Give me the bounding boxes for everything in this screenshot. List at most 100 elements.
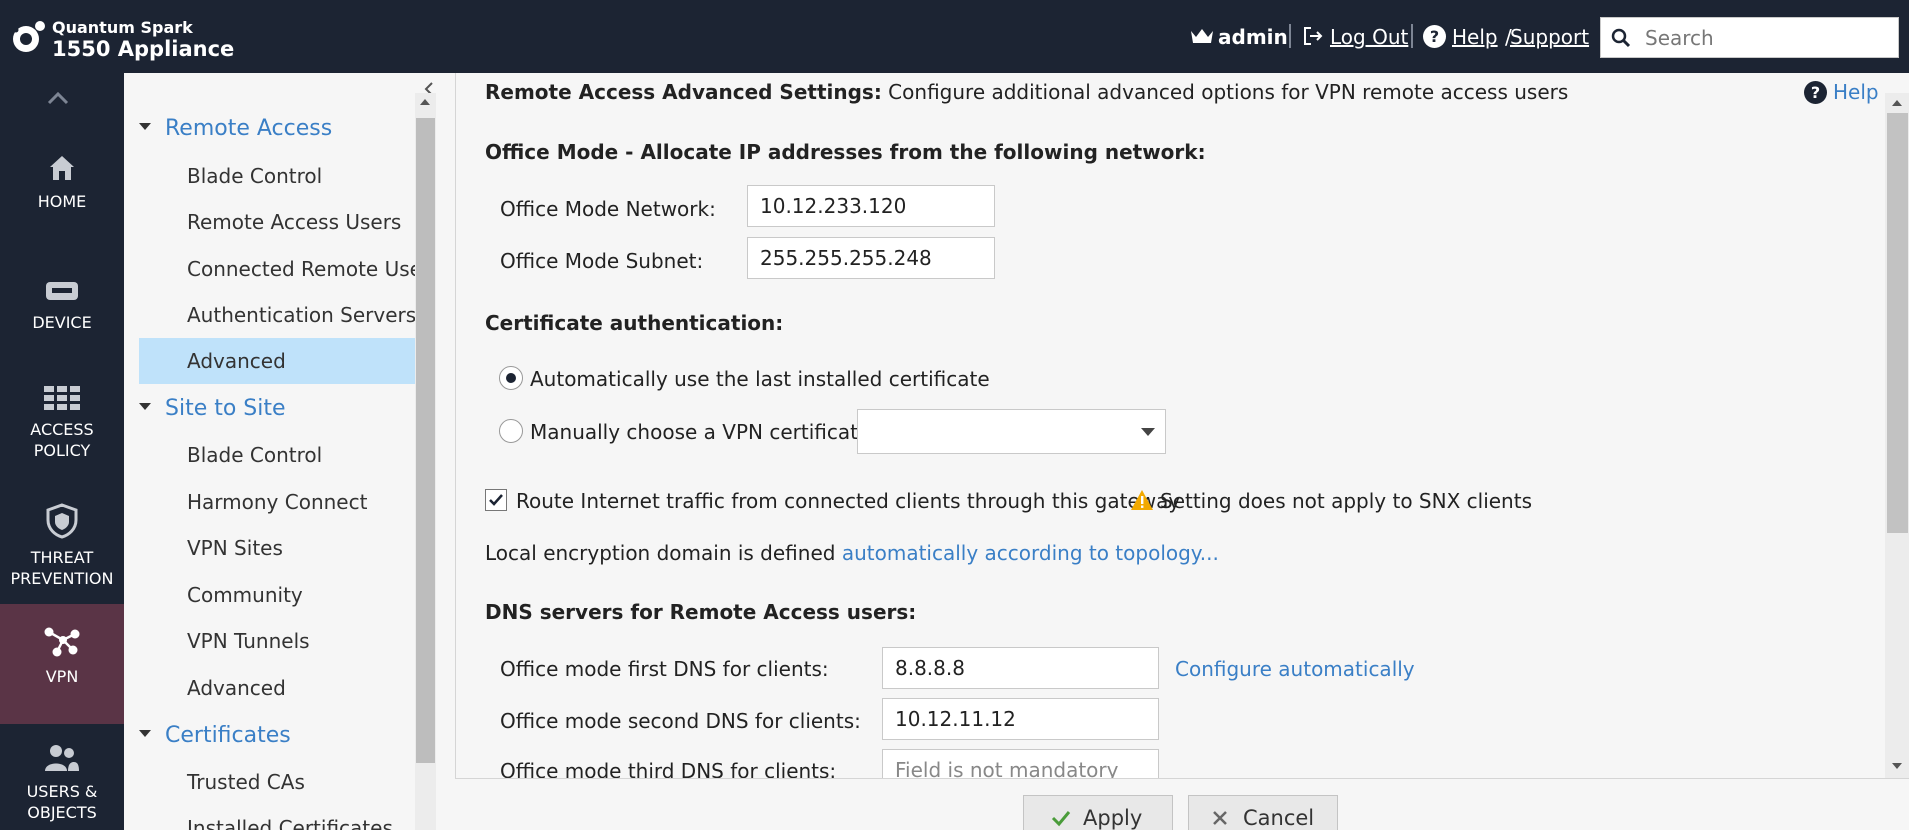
cert-manual-label[interactable]: Manually choose a VPN certificate: (530, 420, 877, 444)
scroll-up-icon[interactable] (1892, 100, 1902, 106)
search-box[interactable] (1600, 17, 1899, 58)
help-icon[interactable]: ? (1423, 25, 1446, 48)
close-icon (1213, 811, 1227, 825)
cert-auto-label[interactable]: Automatically use the last installed cer… (530, 367, 990, 391)
cert-manual-radio[interactable] (499, 419, 523, 443)
search-icon (1611, 28, 1631, 48)
nav-device-label: DEVICE (32, 313, 92, 332)
nav-home-label: HOME (37, 192, 87, 211)
shield-icon (46, 503, 78, 539)
help-link[interactable]: Help (1833, 80, 1879, 104)
tree-item-vpn-tunnels[interactable]: VPN Tunnels (139, 618, 415, 664)
scroll-up-icon[interactable] (420, 99, 430, 105)
content-scrollbar-thumb[interactable] (1887, 113, 1908, 533)
caret-down-icon[interactable] (139, 122, 151, 130)
nav-users-label-1: USERS & (26, 782, 98, 801)
content-scrollbar[interactable] (1885, 93, 1909, 780)
apply-button[interactable]: Apply (1023, 795, 1173, 830)
tree-item-remote-access-users[interactable]: Remote Access Users (139, 199, 415, 245)
separator (1289, 24, 1291, 48)
dns2-input[interactable] (882, 698, 1159, 740)
office-mode-subnet-input[interactable] (747, 237, 995, 279)
nav-vpn-label: VPN (45, 667, 79, 686)
route-internet-label[interactable]: Route Internet traffic from connected cl… (516, 489, 1180, 513)
chevron-up-icon[interactable] (46, 91, 70, 105)
users-icon (45, 745, 79, 771)
nav-vpn[interactable]: VPN (0, 604, 124, 724)
nav-users-label-2: OBJECTS (27, 803, 97, 822)
nav-users-objects[interactable]: USERS & OBJECTS (0, 743, 124, 823)
dns-section-title: DNS servers for Remote Access users: (485, 600, 917, 624)
page-title-description: Configure additional advanced options fo… (881, 80, 1569, 104)
nav-device[interactable]: DEVICE (0, 278, 124, 333)
apply-button-label: Apply (1083, 806, 1143, 830)
office-mode-section-title: Office Mode - Allocate IP addresses from… (485, 140, 1206, 164)
tree-item-advanced-selected[interactable]: Advanced (139, 338, 415, 384)
tree-item-trusted-cas[interactable]: Trusted CAs (139, 759, 415, 805)
search-input[interactable] (1645, 23, 1890, 53)
home-icon (50, 156, 74, 180)
nav-threat-prevention[interactable]: THREAT PREVENTION (0, 503, 124, 589)
tree-scrollbar[interactable] (415, 93, 436, 830)
nav-threat-label-1: THREAT (30, 548, 94, 567)
chevron-down-icon[interactable] (1141, 428, 1155, 436)
tree-scrollbar-thumb[interactable] (416, 118, 435, 763)
device-icon (46, 282, 78, 300)
nav-threat-label-2: PREVENTION (10, 569, 114, 588)
tree-item-blade-control[interactable]: Blade Control (139, 153, 415, 199)
tree-item-installed-certificates[interactable]: Installed Certificates (139, 805, 415, 830)
office-mode-network-input[interactable] (747, 185, 995, 227)
tree-item-harmony-connect[interactable]: Harmony Connect (139, 479, 415, 525)
route-warning-text: Setting does not apply to SNX clients (1160, 489, 1532, 513)
page-title-bold: Remote Access Advanced Settings: (485, 80, 882, 104)
caret-down-icon[interactable] (139, 729, 151, 737)
tree-group-remote-access[interactable]: Remote Access (139, 116, 332, 141)
nav-access-policy[interactable]: ACCESS POLICY (0, 385, 124, 461)
nav-access-label-1: ACCESS (30, 420, 94, 439)
caret-down-icon[interactable] (139, 402, 151, 410)
page-title: Remote Access Advanced Settings: Configu… (485, 80, 1568, 104)
user-name[interactable]: admin (1218, 25, 1288, 49)
dns1-input[interactable] (882, 647, 1159, 689)
vpn-icon (44, 627, 80, 657)
tree-item-community[interactable]: Community (139, 572, 415, 618)
cancel-button-label: Cancel (1243, 806, 1315, 830)
support-link[interactable]: Support (1510, 25, 1589, 49)
logout-icon[interactable] (1303, 26, 1323, 46)
tree-group-certificates[interactable]: Certificates (139, 723, 291, 748)
route-internet-checkbox[interactable] (485, 489, 507, 511)
office-mode-subnet-label: Office Mode Subnet: (500, 249, 704, 273)
cert-auto-radio[interactable] (499, 366, 523, 390)
warning-icon (1131, 490, 1153, 510)
tree-item-blade-control[interactable]: Blade Control (139, 432, 415, 478)
certificate-section-title: Certificate authentication: (485, 311, 784, 335)
help-link[interactable]: Help (1452, 25, 1498, 49)
check-icon (1051, 811, 1071, 827)
vpn-tree-panel: Remote Access Blade Control Remote Acces… (124, 73, 455, 830)
check-point-logo-icon (13, 21, 45, 52)
tree-item-vpn-sites[interactable]: VPN Sites (139, 525, 415, 571)
appliance-model: 1550 Appliance (52, 37, 235, 61)
dns1-label: Office mode first DNS for clients: (500, 657, 829, 681)
separator (1411, 24, 1413, 48)
dns2-label: Office mode second DNS for clients: (500, 709, 861, 733)
brand-name: Quantum Spark (52, 18, 193, 37)
vpn-certificate-select[interactable] (857, 409, 1166, 454)
encryption-domain-text: Local encryption domain is defined autom… (485, 541, 1219, 565)
encryption-domain-link[interactable]: automatically according to topology... (842, 541, 1219, 565)
configure-dns-automatically-link[interactable]: Configure automatically (1175, 657, 1415, 681)
logout-link[interactable]: Log Out (1330, 25, 1408, 49)
office-mode-network-label: Office Mode Network: (500, 197, 716, 221)
crown-icon (1191, 29, 1213, 43)
nav-home[interactable]: HOME (0, 153, 124, 212)
tree-item-advanced[interactable]: Advanced (139, 665, 415, 711)
tree-group-site-to-site[interactable]: Site to Site (139, 396, 286, 421)
scroll-down-icon[interactable] (1892, 763, 1902, 769)
tree-item-connected-remote-users[interactable]: Connected Remote Users (139, 246, 415, 292)
cancel-button[interactable]: Cancel (1188, 795, 1338, 830)
help-icon[interactable]: ? (1804, 81, 1827, 104)
tree-item-authentication-servers[interactable]: Authentication Servers (139, 292, 415, 338)
action-footer: Apply Cancel (455, 778, 1909, 830)
top-bar: Quantum Spark 1550 Appliance admin Log O… (0, 0, 1909, 73)
main-navigation: HOME DEVICE ACCESS POLICY THREAT PREVENT… (0, 73, 124, 830)
